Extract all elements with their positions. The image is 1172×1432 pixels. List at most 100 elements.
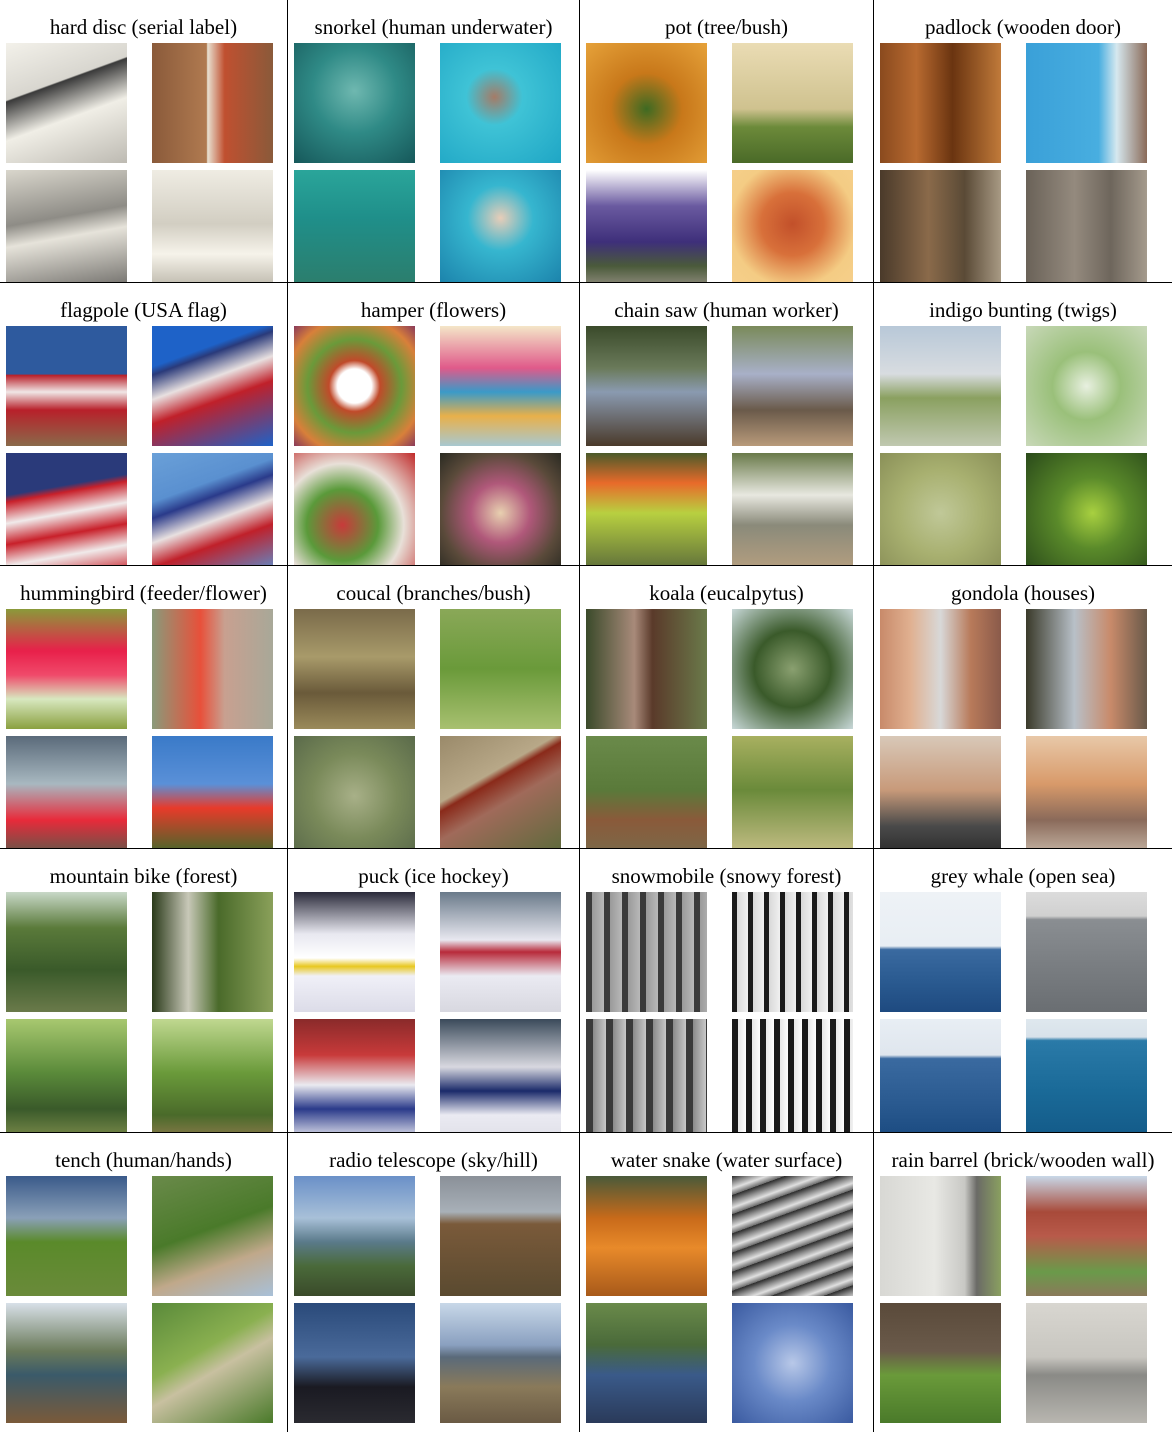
panel-title: grey whale (open sea) xyxy=(930,864,1116,888)
thumbnail-image xyxy=(586,1176,707,1296)
thumbnail-image xyxy=(880,170,1001,282)
thumbnail-grid xyxy=(6,609,274,848)
thumbnail-grid xyxy=(586,326,854,565)
thumbnail-image xyxy=(6,170,127,282)
panel: hard disc (serial label) xyxy=(0,0,288,283)
thumbnail-image xyxy=(294,1019,415,1132)
thumbnail-image xyxy=(1026,43,1147,163)
panel-title: koala (eucalpytus) xyxy=(649,581,804,605)
thumbnail-image xyxy=(732,1019,853,1132)
thumbnail-image xyxy=(294,609,415,729)
thumbnail-image xyxy=(880,1019,1001,1132)
thumbnail-image xyxy=(294,170,415,282)
thumbnail-grid xyxy=(880,892,1148,1132)
panel: flagpole (USA flag) xyxy=(0,283,288,566)
thumbnail-image xyxy=(1026,736,1147,848)
panel: puck (ice hockey) xyxy=(288,849,580,1133)
panel: coucal (branches/bush) xyxy=(288,566,580,849)
thumbnail-grid xyxy=(294,892,562,1132)
thumbnail-image xyxy=(732,1176,853,1296)
panel-title: water snake (water surface) xyxy=(610,1148,843,1172)
thumbnail-image xyxy=(586,1019,707,1132)
thumbnail-image xyxy=(6,892,127,1012)
panel-title: pot (tree/bush) xyxy=(664,15,789,39)
thumbnail-grid xyxy=(294,609,562,848)
thumbnail-grid xyxy=(6,43,274,282)
thumbnail-image xyxy=(586,43,707,163)
thumbnail-image xyxy=(6,609,127,729)
thumbnail-image xyxy=(1026,1303,1147,1423)
thumbnail-grid xyxy=(6,892,274,1132)
thumbnail-image xyxy=(152,1303,273,1423)
panel: hummingbird (feeder/flower) xyxy=(0,566,288,849)
thumbnail-image xyxy=(586,1303,707,1423)
thumbnail-image xyxy=(294,892,415,1012)
thumbnail-image xyxy=(440,453,561,565)
thumbnail-image xyxy=(440,43,561,163)
panel: grey whale (open sea) xyxy=(874,849,1172,1133)
panel: radio telescope (sky/hill) xyxy=(288,1133,580,1432)
panel: tench (human/hands) xyxy=(0,1133,288,1432)
thumbnail-grid xyxy=(880,1176,1148,1424)
thumbnail-grid xyxy=(294,43,562,282)
thumbnail-image xyxy=(880,43,1001,163)
thumbnail-image xyxy=(880,609,1001,729)
thumbnail-image xyxy=(294,453,415,565)
panel-title: snowmobile (snowy forest) xyxy=(611,864,842,888)
thumbnail-image xyxy=(294,1303,415,1423)
thumbnail-image xyxy=(880,1176,1001,1296)
panel-title: hard disc (serial label) xyxy=(49,15,238,39)
panel: mountain bike (forest) xyxy=(0,849,288,1133)
thumbnail-image xyxy=(732,170,853,282)
thumbnail-grid xyxy=(6,326,274,565)
thumbnail-image xyxy=(6,1176,127,1296)
thumbnail-image xyxy=(6,453,127,565)
thumbnail-image xyxy=(732,736,853,848)
thumbnail-image xyxy=(880,453,1001,565)
panel: padlock (wooden door) xyxy=(874,0,1172,283)
panel: gondola (houses) xyxy=(874,566,1172,849)
thumbnail-grid xyxy=(880,43,1148,282)
panel: snowmobile (snowy forest) xyxy=(580,849,874,1133)
thumbnail-image xyxy=(880,326,1001,446)
thumbnail-image xyxy=(440,736,561,848)
thumbnail-image xyxy=(6,43,127,163)
panel-title: tench (human/hands) xyxy=(55,1148,232,1172)
thumbnail-image xyxy=(586,609,707,729)
thumbnail-image xyxy=(586,453,707,565)
panel: rain barrel (brick/wooden wall) xyxy=(874,1133,1172,1432)
panel: hamper (flowers) xyxy=(288,283,580,566)
thumbnail-image xyxy=(586,892,707,1012)
thumbnail-image xyxy=(1026,326,1147,446)
thumbnail-image xyxy=(152,170,273,282)
panel: pot (tree/bush) xyxy=(580,0,874,283)
thumbnail-image xyxy=(732,453,853,565)
panel-title: rain barrel (brick/wooden wall) xyxy=(891,1148,1155,1172)
panel-title: gondola (houses) xyxy=(950,581,1096,605)
thumbnail-image xyxy=(1026,609,1147,729)
thumbnail-image xyxy=(294,43,415,163)
thumbnail-grid xyxy=(6,1176,274,1424)
thumbnail-image xyxy=(440,609,561,729)
panel-title: chain saw (human worker) xyxy=(614,298,839,322)
thumbnail-image xyxy=(440,1303,561,1423)
thumbnail-image xyxy=(152,453,273,565)
panel-title: indigo bunting (twigs) xyxy=(929,298,1117,322)
panel-title: puck (ice hockey) xyxy=(358,864,509,888)
thumbnail-grid xyxy=(294,326,562,565)
thumbnail-image xyxy=(6,1303,127,1423)
panel-title: mountain bike (forest) xyxy=(49,864,238,888)
panel: indigo bunting (twigs) xyxy=(874,283,1172,566)
thumbnail-image xyxy=(1026,1176,1147,1296)
thumbnail-image xyxy=(880,892,1001,1012)
panel: snorkel (human underwater) xyxy=(288,0,580,283)
thumbnail-image xyxy=(732,326,853,446)
thumbnail-image xyxy=(6,736,127,848)
thumbnail-image xyxy=(294,736,415,848)
thumbnail-image xyxy=(294,326,415,446)
thumbnail-image xyxy=(586,326,707,446)
thumbnail-grid xyxy=(294,1176,562,1424)
thumbnail-image xyxy=(152,1019,273,1132)
thumbnail-grid xyxy=(586,609,854,848)
thumbnail-grid xyxy=(586,43,854,282)
